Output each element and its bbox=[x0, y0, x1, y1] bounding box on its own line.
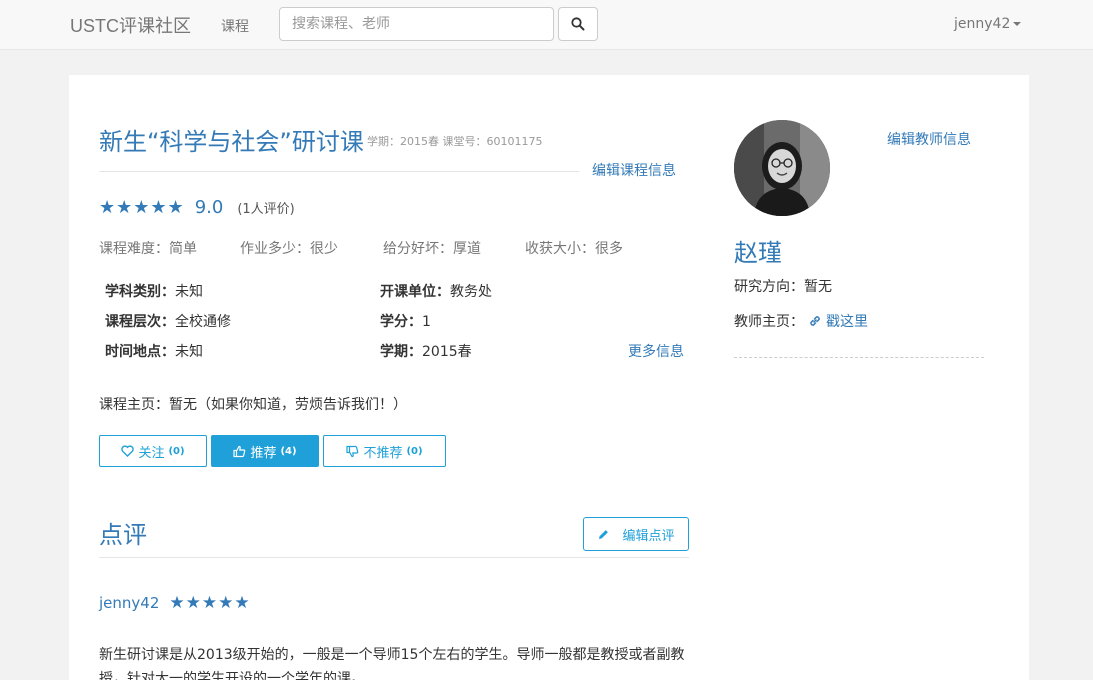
info-category-value: 未知 bbox=[175, 284, 203, 300]
search-button[interactable] bbox=[558, 7, 598, 41]
user-menu[interactable]: jenny42 bbox=[954, 16, 1022, 32]
info-time-label: 时间地点： bbox=[105, 344, 175, 360]
search-input[interactable] bbox=[279, 7, 554, 41]
info-term-value: 2015春 bbox=[422, 344, 472, 360]
review-text: 新生研讨课是从2013级开始的，一般是一个导师15个左右的学生。导师一般都是教授… bbox=[99, 647, 685, 680]
info-category-label: 学科类别： bbox=[105, 284, 175, 300]
thumbs-up-icon bbox=[233, 445, 246, 457]
review-author[interactable]: jenny42 bbox=[99, 594, 159, 612]
info-time-value: 未知 bbox=[175, 344, 203, 360]
recommend-button[interactable]: 推荐 (4) bbox=[211, 435, 319, 467]
info-level: 课程层次：全校通修 bbox=[105, 311, 231, 331]
course-title: 新生“科学与社会”研讨课 bbox=[99, 128, 364, 156]
reviews-heading: 点评 bbox=[99, 521, 147, 549]
course-rating: ★★★★★ 9.0 (1人评价) bbox=[99, 197, 295, 218]
teacher-divider bbox=[734, 357, 984, 358]
info-level-label: 课程层次： bbox=[105, 314, 175, 330]
reviews-divider bbox=[99, 557, 689, 558]
info-category: 学科类别：未知 bbox=[105, 281, 203, 301]
review-header: jenny42 ★★★★★ bbox=[99, 593, 251, 613]
info-time: 时间地点：未知 bbox=[105, 341, 203, 361]
facet-difficulty: 课程难度：简单 bbox=[99, 241, 197, 257]
follow-count: (0) bbox=[168, 445, 185, 457]
not-recommend-count: (0) bbox=[406, 445, 423, 457]
facet-gain: 收获大小：很多 bbox=[525, 241, 623, 257]
teacher-homepage-label: 教师主页： bbox=[734, 314, 804, 330]
link-icon bbox=[810, 316, 820, 326]
teacher-name[interactable]: 赵瑾 bbox=[734, 233, 782, 268]
teacher-avatar bbox=[734, 120, 830, 216]
not-recommend-button[interactable]: 不推荐 (0) bbox=[323, 435, 446, 467]
review-count: (1人评价) bbox=[237, 202, 295, 217]
facet-homework: 作业多少：很少 bbox=[240, 241, 338, 257]
info-credit-value: 1 bbox=[422, 314, 431, 330]
info-credit: 学分：1 bbox=[380, 311, 431, 331]
thumbs-down-icon bbox=[346, 445, 359, 457]
pencil-icon bbox=[599, 529, 609, 539]
username: jenny42 bbox=[954, 16, 1011, 32]
navbar: USTC评课社区 课程 jenny42 bbox=[0, 0, 1093, 50]
main-panel bbox=[69, 75, 1029, 680]
edit-course-link[interactable]: 编辑课程信息 bbox=[592, 160, 676, 180]
review-stars: ★★★★★ bbox=[169, 593, 251, 613]
rating-score: 9.0 bbox=[194, 197, 224, 218]
teacher-research: 研究方向：暂无 bbox=[734, 279, 832, 295]
info-term: 学期：2015春 bbox=[380, 341, 472, 361]
recommend-count: (4) bbox=[280, 445, 297, 457]
not-recommend-label: 不推荐 bbox=[363, 445, 403, 461]
info-level-value: 全校通修 bbox=[175, 314, 231, 330]
info-dept: 开课单位：教务处 bbox=[380, 281, 492, 301]
follow-label: 关注 bbox=[138, 445, 165, 461]
info-term-label: 学期： bbox=[380, 344, 422, 360]
search-icon bbox=[571, 17, 585, 31]
teacher-homepage: 教师主页： 戳这里 bbox=[734, 311, 868, 331]
rating-stars: ★★★★★ bbox=[99, 197, 185, 218]
info-dept-value: 教务处 bbox=[450, 284, 492, 300]
teacher-homepage-link-text: 戳这里 bbox=[826, 314, 868, 330]
edit-review-label: 编辑点评 bbox=[622, 528, 675, 544]
teacher-homepage-link[interactable]: 戳这里 bbox=[808, 311, 868, 331]
caret-down-icon bbox=[1013, 22, 1022, 26]
recommend-label: 推荐 bbox=[250, 445, 277, 461]
info-credit-label: 学分： bbox=[380, 314, 422, 330]
title-divider bbox=[99, 171, 579, 172]
edit-teacher-link[interactable]: 编辑教师信息 bbox=[887, 129, 971, 149]
nav-courses-link[interactable]: 课程 bbox=[221, 16, 249, 36]
brand-logo[interactable]: USTC评课社区 bbox=[70, 12, 191, 38]
edit-review-button[interactable]: 编辑点评 bbox=[583, 517, 689, 551]
follow-button[interactable]: 关注 (0) bbox=[99, 435, 207, 467]
heart-icon bbox=[121, 445, 135, 457]
course-meta: 学期：2015春 课堂号：60101175 bbox=[367, 135, 543, 148]
facet-grading: 给分好坏：厚道 bbox=[383, 241, 481, 257]
more-info-link[interactable]: 更多信息 bbox=[628, 341, 684, 361]
info-dept-label: 开课单位： bbox=[380, 284, 450, 300]
course-homepage: 课程主页：暂无（如果你知道，劳烦告诉我们！） bbox=[99, 397, 407, 413]
